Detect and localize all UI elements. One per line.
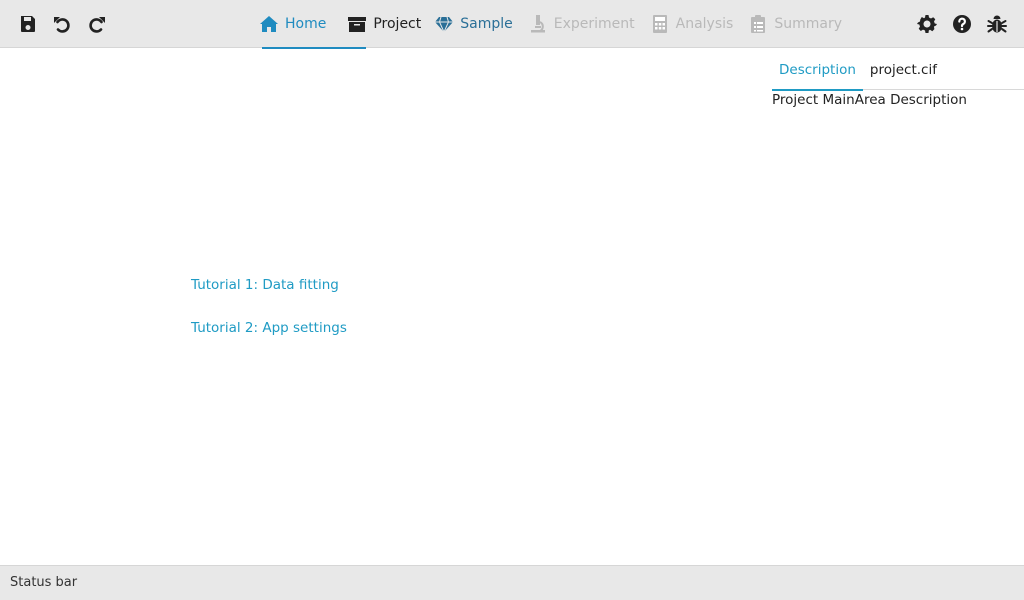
tutorial-link-app-settings[interactable]: Tutorial 2: App settings — [191, 320, 347, 336]
sidebar-tab-description[interactable]: Description — [772, 50, 863, 91]
main-tabbar: Home Project Sample Experiment Analysis … — [252, 0, 848, 49]
calculator-icon — [649, 13, 671, 35]
sidebar-description-text: Project MainArea Description — [772, 92, 967, 108]
tab-summary-label: Summary — [774, 16, 842, 32]
app-window: Home Project Sample Experiment Analysis … — [0, 0, 1024, 600]
tab-analysis-label: Analysis — [675, 16, 734, 32]
tab-sample-label: Sample — [460, 16, 513, 32]
sidebar-tabbar: Description project.cif — [772, 50, 1024, 91]
tab-sample[interactable]: Sample — [427, 0, 519, 48]
status-bar: Status bar — [0, 565, 1024, 600]
question-circle-icon — [952, 14, 972, 34]
main-toolbar: Home Project Sample Experiment Analysis … — [0, 0, 1024, 49]
tab-analysis[interactable]: Analysis — [643, 0, 740, 48]
tab-experiment-label: Experiment — [553, 16, 635, 32]
clipboard-list-icon — [747, 13, 769, 35]
archive-icon — [346, 13, 368, 35]
tab-home-label: Home — [285, 16, 327, 32]
tab-experiment[interactable]: Experiment — [521, 0, 641, 48]
microscope-icon — [527, 13, 549, 35]
redo-icon — [87, 14, 107, 34]
bug-icon — [987, 14, 1007, 34]
tab-project-label: Project — [373, 16, 422, 32]
gear-icon — [917, 14, 937, 34]
help-button[interactable] — [950, 12, 974, 36]
tab-project[interactable]: Project — [340, 0, 427, 48]
save-icon — [18, 14, 38, 34]
tab-home[interactable]: Home — [252, 0, 367, 49]
save-button[interactable] — [16, 12, 40, 36]
settings-button[interactable] — [915, 12, 939, 36]
undo-icon — [52, 14, 72, 34]
tutorial-link-data-fitting[interactable]: Tutorial 1: Data fitting — [191, 277, 339, 293]
status-text: Status bar — [10, 575, 78, 590]
undo-button[interactable] — [50, 12, 74, 36]
tab-summary[interactable]: Summary — [741, 0, 848, 48]
gem-icon — [433, 13, 455, 35]
sidebar-tab-project-cif[interactable]: project.cif — [863, 50, 944, 90]
redo-button[interactable] — [85, 12, 109, 36]
bug-report-button[interactable] — [985, 12, 1009, 36]
home-icon — [258, 13, 280, 35]
